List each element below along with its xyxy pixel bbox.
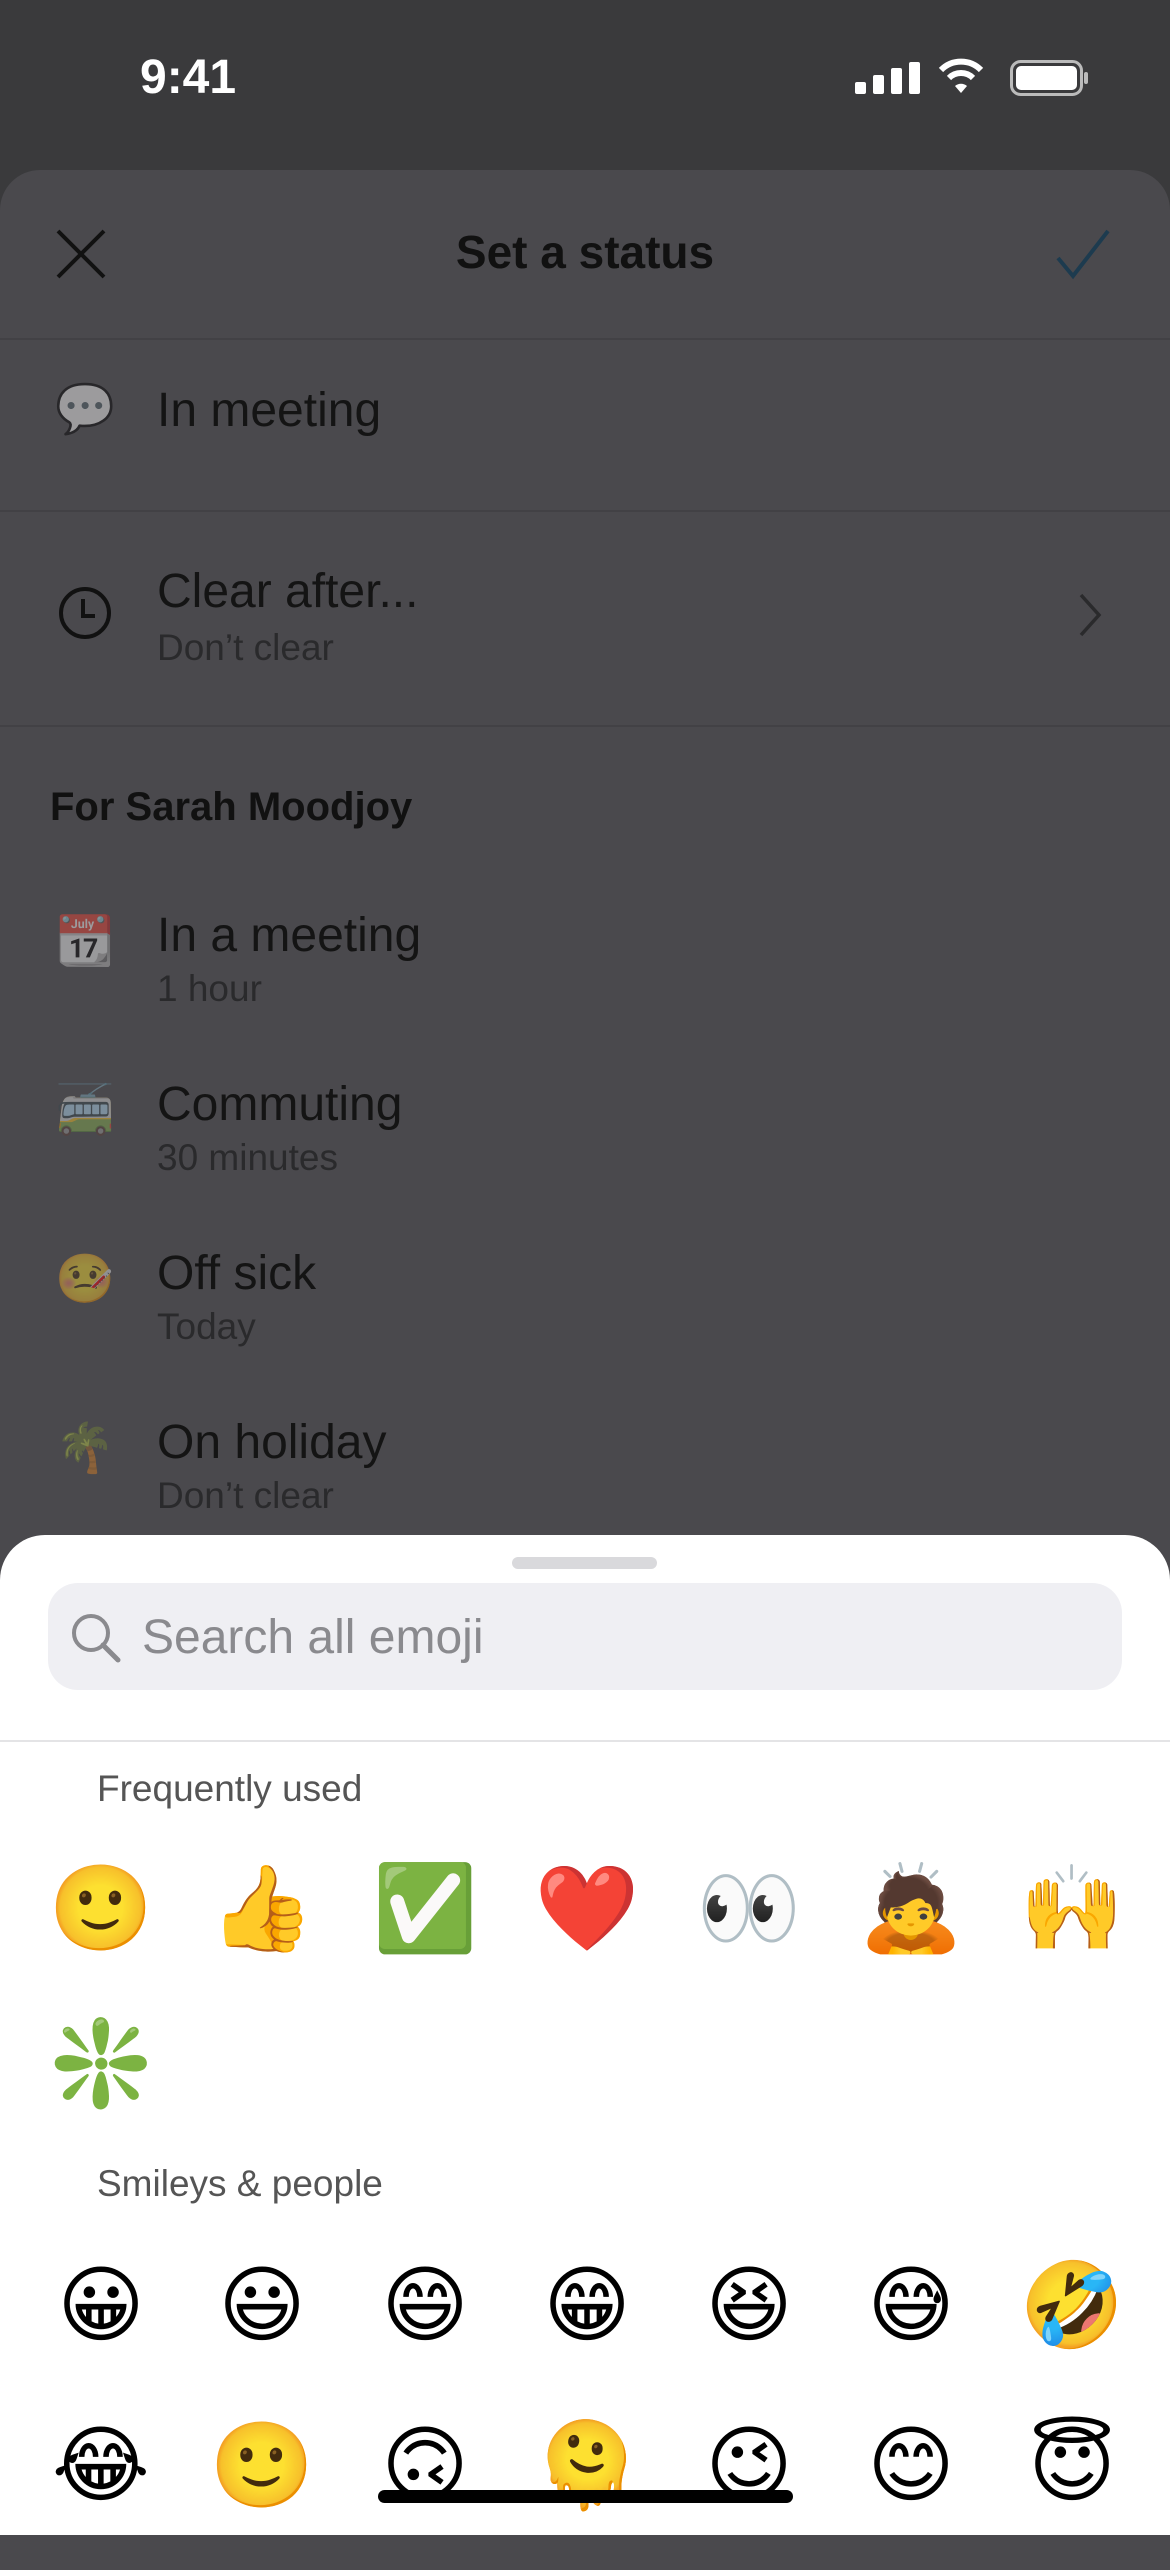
emoji-button[interactable]: 😄 (370, 2255, 480, 2355)
preset-item[interactable]: 🤒 Off sick Today (0, 1228, 1170, 1378)
divider (0, 725, 1170, 727)
clear-after-value: Don’t clear (157, 627, 334, 668)
preset-title: In a meeting (157, 909, 422, 962)
emoji-button[interactable]: ❇️ (46, 2013, 156, 2113)
preset-item[interactable]: 📆 In a meeting 1 hour (0, 890, 1170, 1040)
presets-heading: For Sarah Moodjoy (50, 785, 413, 829)
emoji-button[interactable]: 😆 (694, 2255, 804, 2355)
divider (0, 1740, 1170, 1742)
clear-after-row[interactable]: Clear after... Don’t clear (0, 512, 1170, 725)
drag-handle[interactable] (512, 1557, 657, 1569)
emoji-button[interactable]: 😃 (207, 2255, 317, 2355)
preset-duration: Don’t clear (157, 1475, 334, 1516)
preset-duration: Today (157, 1306, 256, 1347)
emoji-button[interactable]: 🙌 (1017, 1858, 1127, 1958)
preset-title: Commuting (157, 1078, 403, 1131)
emoji-button[interactable]: ❤️ (532, 1858, 642, 1958)
clear-after-title: Clear after... (157, 565, 419, 618)
emoji-button[interactable]: ✅ (370, 1858, 480, 1958)
emoji-button[interactable]: 😊 (856, 2415, 966, 2515)
emoji-button[interactable]: 😇 (1017, 2415, 1127, 2515)
palm-tree-icon: 🌴 (55, 1422, 115, 1475)
clock-icon (58, 586, 112, 645)
emoji-button[interactable]: 😅 (856, 2255, 966, 2355)
wifi-icon (938, 58, 984, 99)
emoji-button[interactable]: 🙂 (46, 1858, 156, 1958)
status-input-row[interactable]: 💬 In meeting (0, 340, 1170, 510)
battery-icon (1010, 60, 1090, 101)
category-frequently-used: Frequently used (97, 1768, 363, 1809)
preset-duration: 30 minutes (157, 1137, 338, 1178)
preset-item[interactable]: 🚎 Commuting 30 minutes (0, 1059, 1170, 1209)
preset-item[interactable]: 🌴 On holiday Don’t clear (0, 1397, 1170, 1547)
emoji-button[interactable]: 😀 (46, 2255, 156, 2355)
page-title: Set a status (455, 226, 715, 278)
emoji-button[interactable]: 😁 (532, 2255, 642, 2355)
trolleybus-icon: 🚎 (55, 1084, 115, 1137)
signal-icon (855, 62, 921, 94)
preset-title: On holiday (157, 1416, 387, 1469)
speech-bubble-icon[interactable]: 💬 (55, 380, 115, 437)
emoji-button[interactable]: 👍 (207, 1858, 317, 1958)
chevron-right-icon (1078, 592, 1102, 643)
category-smileys-people: Smileys & people (97, 2163, 383, 2204)
home-indicator[interactable] (378, 2490, 793, 2503)
status-time: 9:41 (140, 51, 237, 104)
preset-title: Off sick (157, 1247, 317, 1300)
emoji-button[interactable]: 🤣 (1017, 2255, 1127, 2355)
status-text[interactable]: In meeting (157, 383, 381, 438)
thermometer-face-icon: 🤒 (55, 1253, 115, 1306)
calendar-icon: 📆 (55, 915, 115, 968)
emoji-button[interactable]: 🙂 (207, 2415, 317, 2515)
emoji-button[interactable]: 🙇 (856, 1858, 966, 1958)
confirm-button[interactable] (1055, 228, 1111, 285)
search-placeholder: Search all emoji (142, 1611, 484, 1664)
emoji-button[interactable]: 👀 (694, 1858, 804, 1958)
preset-duration: 1 hour (157, 968, 262, 1009)
search-icon (70, 1612, 122, 1669)
emoji-button[interactable]: 😂 (46, 2415, 156, 2515)
